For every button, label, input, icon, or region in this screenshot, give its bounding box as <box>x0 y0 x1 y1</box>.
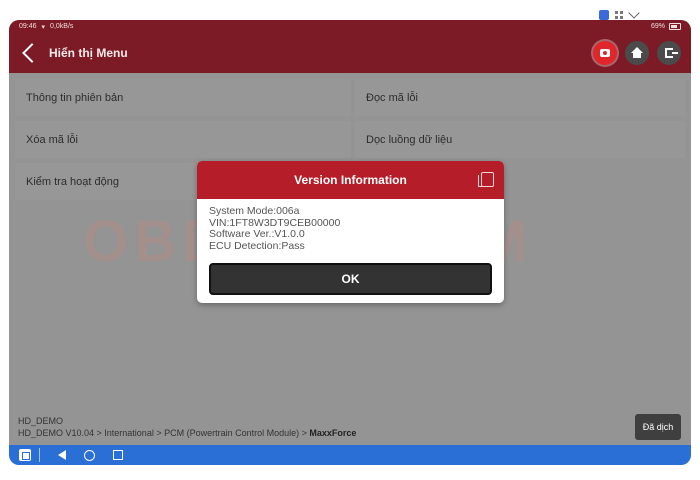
menu-item-label: Thông tin phiên bản <box>26 91 124 104</box>
menu-item-label: Kiểm tra hoạt động <box>26 175 119 188</box>
dialog-line-ecu-detection: ECU Detection:Pass <box>209 239 305 252</box>
nav-separator <box>39 448 40 462</box>
nav-back-icon[interactable] <box>58 450 66 460</box>
app-badge-icon <box>599 10 609 20</box>
android-nav-bar <box>9 445 691 465</box>
exit-icon <box>665 48 678 58</box>
menu-item-label: Xóa mã lỗi <box>26 133 78 146</box>
device-screen: 09:46 ▾ 0,0kB/s 69% Hiển thị Menu Thông … <box>9 20 691 465</box>
ok-button[interactable]: OK <box>209 263 492 295</box>
nav-home-icon[interactable] <box>84 449 95 461</box>
footer-info: HD_DEMO HD_DEMO V10.04 > International >… <box>18 415 356 439</box>
copy-icon[interactable] <box>478 172 494 187</box>
battery-icon <box>669 23 681 30</box>
home-icon <box>631 47 643 58</box>
exit-button[interactable] <box>657 41 681 65</box>
device-name: HD_DEMO <box>18 416 64 426</box>
camera-icon <box>600 49 610 57</box>
status-speed: 0,0kB/s <box>50 23 74 30</box>
dialog-title: Version Information <box>294 173 407 187</box>
dialog-line-software-ver: Software Ver.:V1.0.0 <box>209 228 305 240</box>
page-title: Hiển thị Menu <box>49 46 128 60</box>
camera-button[interactable] <box>593 41 617 65</box>
home-button[interactable] <box>625 41 649 65</box>
nav-recents-icon[interactable] <box>113 450 123 460</box>
grid-icon <box>615 10 624 20</box>
translate-button[interactable]: Đã dịch <box>635 414 681 440</box>
dialog-line-system-mode: System Mode:006a <box>209 205 300 217</box>
breadcrumb-prefix: HD_DEMO V10.04 > International > PCM (Po… <box>18 428 310 438</box>
status-battery-percent: 69% <box>650 23 665 30</box>
status-bar: 09:46 ▾ 0,0kB/s 69% <box>9 20 691 33</box>
app-switch-icon[interactable] <box>19 449 31 461</box>
version-info-dialog: Version Information System Mode:006a VIN… <box>197 161 504 303</box>
status-time: 09:46 <box>19 23 37 30</box>
dialog-header: Version Information <box>197 161 504 199</box>
menu-item-label: Đọc mã lỗi <box>366 91 418 104</box>
menu-item-label: Dọc luồng dữ liệu <box>366 133 453 146</box>
dialog-body: System Mode:006a VIN:1FT8W3DT9CEB00000 S… <box>197 199 504 252</box>
chevron-left-icon[interactable] <box>22 43 42 63</box>
header-bar: Hiển thị Menu <box>9 33 691 73</box>
breadcrumb-current: MaxxForce <box>309 428 357 438</box>
chevron-down-icon <box>628 7 640 19</box>
wifi-icon: ▾ <box>41 23 46 31</box>
menu-item-version-info[interactable]: Thông tin phiên bản <box>15 79 351 116</box>
menu-item-data-stream[interactable]: Dọc luồng dữ liệu <box>355 121 685 158</box>
menu-item-read-codes[interactable]: Đọc mã lỗi <box>355 79 685 116</box>
menu-item-clear-codes[interactable]: Xóa mã lỗi <box>15 121 351 158</box>
breadcrumb: HD_DEMO V10.04 > International > PCM (Po… <box>18 427 356 439</box>
